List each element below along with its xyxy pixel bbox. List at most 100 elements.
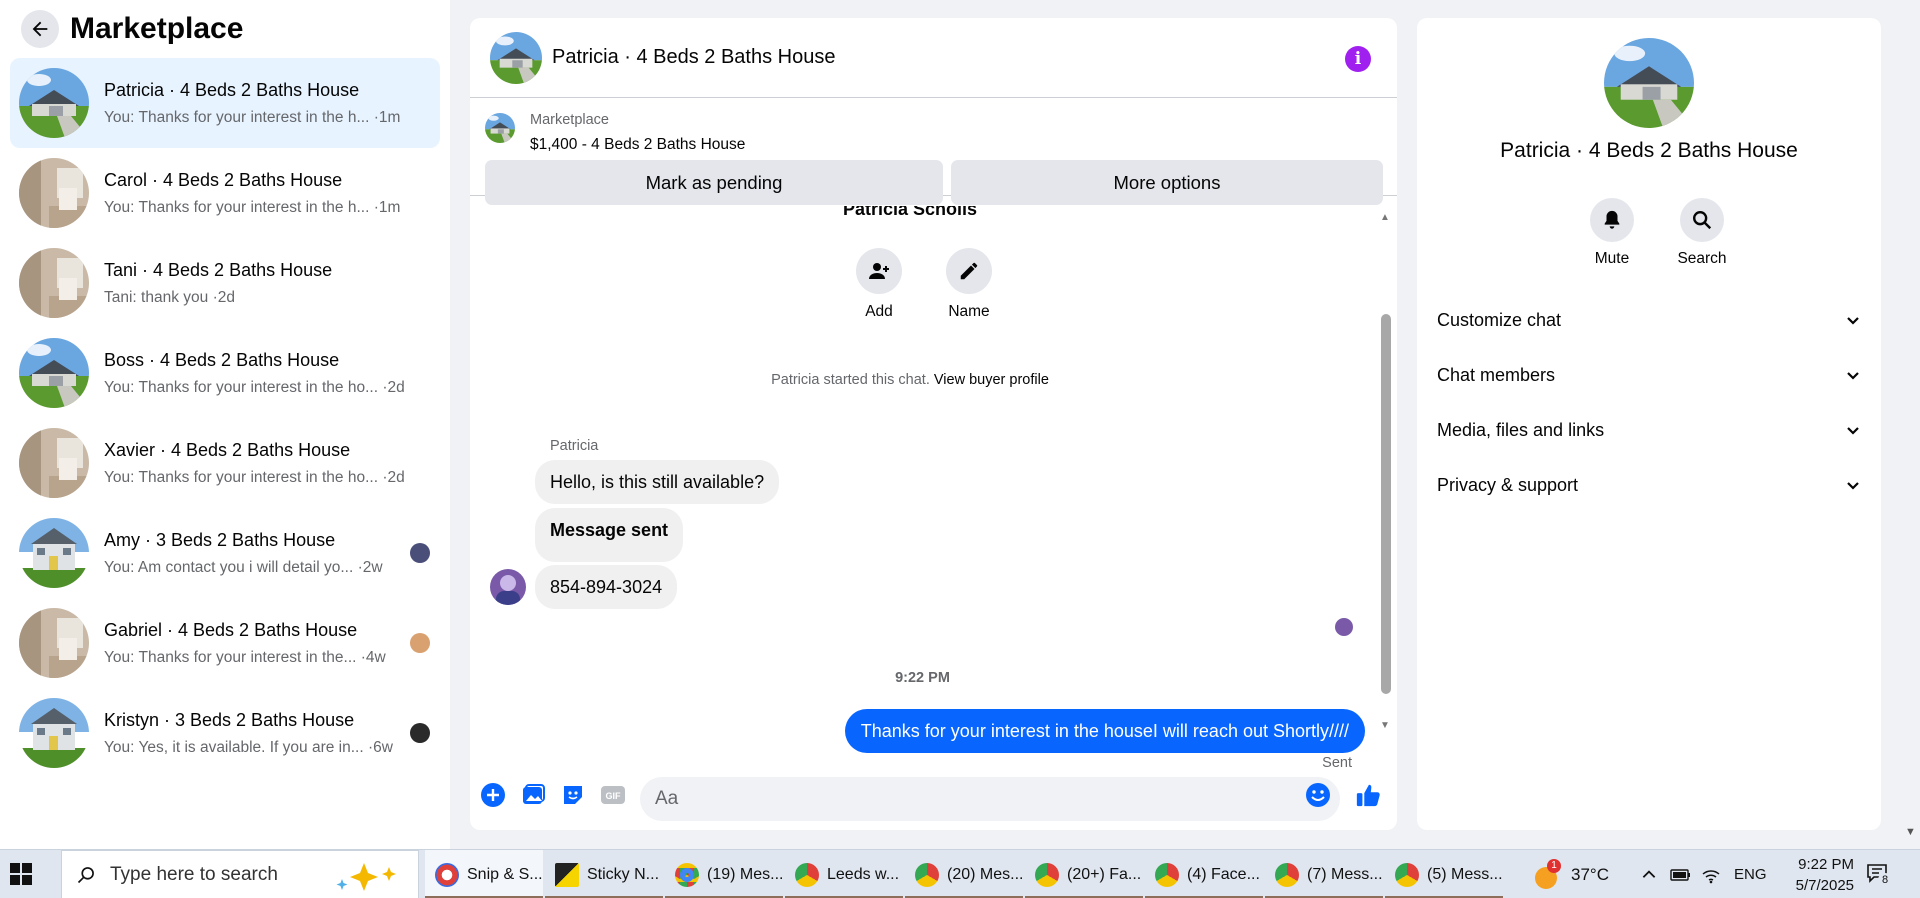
conversation-item[interactable]: Gabriel · 4 Beds 2 Baths House You: Than… — [10, 598, 440, 688]
add-person-button[interactable]: Add — [856, 248, 902, 321]
plus-icon[interactable] — [480, 782, 506, 808]
chrome-icon — [675, 862, 699, 887]
taskbar-app-label: Snip & S... — [467, 865, 543, 883]
composer: GIF — [470, 768, 1397, 830]
seen-avatar — [1335, 618, 1353, 636]
chrome-icon — [1035, 862, 1059, 887]
taskbar-search[interactable]: Type here to search — [61, 850, 419, 898]
conversation-preview: You: Thanks for your interest in the h..… — [104, 198, 370, 216]
conversation-item[interactable]: Boss · 4 Beds 2 Baths House You: Thanks … — [10, 328, 440, 418]
sidebar-title: Marketplace — [70, 12, 244, 45]
taskbar-app-chrome[interactable]: (19) Mes... — [665, 850, 783, 898]
scroll-down-icon[interactable]: ▼ — [1380, 720, 1390, 731]
conversation-item[interactable]: Xavier · 4 Beds 2 Baths House You: Thank… — [10, 418, 440, 508]
received-message[interactable]: Message sent — [535, 508, 684, 562]
conversation-item[interactable]: Carol · 4 Beds 2 Baths House You: Thanks… — [10, 148, 440, 238]
thumbs-up-icon[interactable] — [1355, 782, 1381, 808]
taskbar-app-chrome[interactable]: Leeds w... — [785, 850, 903, 898]
view-buyer-profile-link[interactable]: View buyer profile — [934, 372, 1049, 388]
taskbar-app-sticky-notes[interactable]: Sticky N... — [545, 850, 663, 898]
mark-as-pending-button[interactable]: Mark as pending — [485, 160, 943, 205]
pencil-icon — [960, 262, 978, 280]
taskbar-app-chrome[interactable]: (5) Mess... — [1385, 850, 1503, 898]
bell-icon — [1604, 210, 1620, 229]
scroll-up-icon[interactable]: ▲ — [1380, 212, 1390, 223]
customize-chat-section[interactable]: Customize chat — [1437, 300, 1861, 340]
taskbar-app-chrome[interactable]: (20+) Fa... — [1025, 850, 1143, 898]
more-options-button[interactable]: More options — [951, 160, 1383, 205]
conversation-preview: You: Am contact you i will detail yo... — [104, 558, 354, 576]
sent-message[interactable]: Thanks for your interest in the houseI w… — [844, 709, 1365, 753]
chevron-down-icon — [1847, 427, 1859, 435]
taskbar-app-chrome[interactable]: (20) Mes... — [905, 850, 1023, 898]
chevron-down-icon — [1847, 372, 1859, 380]
gif-icon[interactable]: GIF — [600, 782, 626, 808]
chat-header: Patricia · 4 Beds 2 Baths House i — [470, 18, 1397, 98]
sticky-notes-icon — [555, 862, 579, 887]
conversation-sidebar: Marketplace Patricia · 4 Beds 2 Baths Ho… — [0, 0, 450, 849]
name-label: Name — [948, 303, 990, 320]
sender-avatar[interactable] — [490, 569, 526, 605]
conversation-time: ·1m — [373, 108, 401, 126]
sparkle-icon — [334, 861, 404, 896]
message-input[interactable] — [640, 777, 1340, 821]
message-list: Patricia Scholls Add Name Patricia start… — [470, 206, 1397, 771]
battery-icon[interactable] — [1670, 850, 1692, 898]
sender-name: Patricia — [550, 438, 599, 454]
avatar — [19, 428, 89, 498]
chat-members-section[interactable]: Chat members — [1437, 355, 1861, 395]
conversation-name: Amy · 3 Beds 2 Baths House — [104, 529, 336, 550]
scroll-down-icon[interactable]: ▼ — [1905, 826, 1916, 838]
windows-start-button[interactable] — [10, 863, 32, 890]
taskbar-app-snip[interactable]: Snip & S... — [425, 850, 543, 898]
wifi-icon[interactable] — [1701, 850, 1721, 898]
started-text: Patricia started this chat. — [771, 372, 930, 388]
snip-icon — [435, 862, 459, 887]
avatar — [19, 518, 89, 588]
taskbar-app-label: Sticky N... — [587, 865, 660, 883]
read-receipt-avatar — [410, 543, 430, 563]
notifications-button[interactable]: 8 — [1866, 850, 1892, 898]
message-scrollbar[interactable]: ▲ ▼ — [1379, 212, 1391, 732]
notification-count: 8 — [1878, 872, 1892, 887]
conversation-time: ·1m — [373, 198, 401, 216]
mute-button[interactable]: Mute — [1577, 198, 1647, 268]
conversation-item[interactable]: Tani · 4 Beds 2 Baths House Tani: thank … — [10, 238, 440, 328]
info-icon[interactable]: i — [1345, 46, 1371, 72]
conversation-item[interactable]: Kristyn · 3 Beds 2 Baths House You: Yes,… — [10, 688, 440, 778]
listing-thumbnail[interactable] — [485, 113, 515, 143]
language-indicator[interactable]: ENG — [1734, 850, 1767, 898]
clock[interactable]: 9:22 PM 5/7/2025 — [1776, 850, 1854, 898]
emoji-icon[interactable] — [1305, 782, 1331, 808]
taskbar-app-label: (20+) Fa... — [1067, 865, 1142, 883]
received-message[interactable]: Hello, is this still available? — [535, 460, 780, 504]
back-button[interactable] — [21, 10, 59, 48]
show-hidden-icons-button[interactable] — [1640, 850, 1658, 898]
conversation-time: ·2w — [357, 558, 383, 576]
avatar[interactable] — [1604, 38, 1694, 128]
privacy-support-section[interactable]: Privacy & support — [1437, 465, 1861, 505]
avatar — [19, 338, 89, 408]
sticker-icon[interactable] — [560, 782, 586, 808]
window-scrollbar[interactable]: ▼ — [1900, 0, 1920, 849]
conversation-time: ·2d — [382, 378, 404, 396]
chrome-icon — [1275, 862, 1299, 887]
conversation-item[interactable]: Patricia · 4 Beds 2 Baths House You: Tha… — [10, 58, 440, 148]
read-receipt-avatar — [410, 633, 430, 653]
photo-icon[interactable] — [520, 782, 546, 808]
conversation-item[interactable]: Amy · 3 Beds 2 Baths House You: Am conta… — [10, 508, 440, 598]
taskbar-app-chrome[interactable]: (7) Mess... — [1265, 850, 1383, 898]
scroll-thumb[interactable] — [1381, 314, 1391, 694]
name-chat-button[interactable]: Name — [946, 248, 992, 321]
weather-widget[interactable]: 1 37°C — [1533, 850, 1609, 898]
media-files-links-section[interactable]: Media, files and links — [1437, 410, 1861, 450]
avatar[interactable] — [490, 32, 542, 84]
conversation-time: ·2d — [212, 288, 235, 306]
received-message[interactable]: 854-894-3024 — [535, 565, 678, 609]
taskbar-app-chrome[interactable]: (4) Face... — [1145, 850, 1263, 898]
search-button[interactable]: Search — [1667, 198, 1737, 268]
chat-title[interactable]: Patricia · 4 Beds 2 Baths House — [552, 46, 835, 69]
weather-icon: 1 — [1533, 858, 1561, 889]
conversation-name: Carol · 4 Beds 2 Baths House — [104, 169, 343, 190]
listing-price-title[interactable]: $1,400 - 4 Beds 2 Baths House — [530, 136, 745, 154]
